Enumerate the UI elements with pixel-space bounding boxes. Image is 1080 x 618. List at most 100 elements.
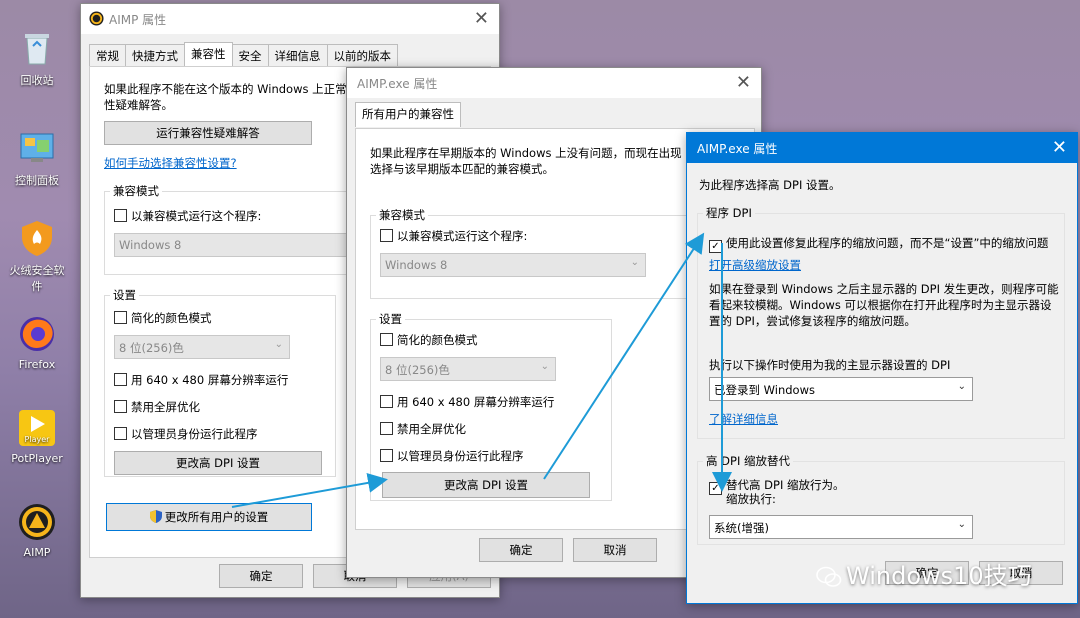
- compat-os-select[interactable]: Windows 8: [114, 233, 354, 257]
- run-as-admin-label: 以管理员身份运行此程序: [131, 427, 258, 441]
- firefox-icon: [20, 317, 54, 351]
- advanced-scaling-link[interactable]: 打开高级缩放设置: [709, 257, 801, 273]
- resolution-label: 用 640 x 480 屏幕分辨率运行: [397, 395, 555, 409]
- desktop-icon-label: 回收站: [20, 74, 54, 87]
- compat-mode-checkbox[interactable]: 以兼容模式运行这个程序:: [114, 209, 261, 223]
- dpi-desc-line-1: 如果在登录到 Windows 之后主显示器的 DPI 发生更改，则程序可能: [709, 282, 1059, 296]
- desktop-icon-control-panel[interactable]: 控制面板: [6, 128, 68, 188]
- change-dpi-button[interactable]: 更改高 DPI 设置: [382, 472, 590, 498]
- resolution-checkbox[interactable]: 用 640 x 480 屏幕分辨率运行: [114, 373, 288, 387]
- chevron-down-icon: ⌄: [540, 361, 549, 372]
- desktop-icon-label: Firefox: [18, 358, 56, 371]
- desktop-icon-firefox[interactable]: Firefox: [6, 314, 68, 371]
- close-icon[interactable]: ✕: [736, 72, 751, 93]
- ok-button[interactable]: 确定: [479, 538, 563, 562]
- close-icon[interactable]: ✕: [1052, 137, 1067, 158]
- desktop-icon-aimp[interactable]: AIMP: [6, 502, 68, 559]
- checkbox-box[interactable]: [380, 449, 393, 462]
- cancel-button[interactable]: 取消: [573, 538, 657, 562]
- uac-shield-icon: [149, 510, 162, 523]
- reduced-color-checkbox[interactable]: 简化的颜色模式: [114, 311, 212, 325]
- use-dpi-when-select[interactable]: 已登录到 Windows ⌄: [709, 377, 973, 401]
- compat-mode-checkbox-label: 以兼容模式运行这个程序:: [131, 209, 262, 223]
- tab-details[interactable]: 详细信息: [267, 44, 328, 67]
- compat-os-select[interactable]: Windows 8 ⌄: [380, 253, 646, 277]
- checkbox-box[interactable]: [114, 400, 127, 413]
- window-titlebar[interactable]: AIMP.exe 属性 ✕: [687, 133, 1077, 163]
- desktop-icon-label: 控制面板: [15, 174, 59, 187]
- checkbox-box[interactable]: [380, 422, 393, 435]
- chevron-down-icon: ⌄: [274, 339, 283, 350]
- change-all-users-button[interactable]: 更改所有用户的设置: [106, 503, 312, 531]
- checkbox-box[interactable]: [114, 373, 127, 386]
- dpi-desc-line-3: 置的 DPI，尝试修复该程序的缩放问题。: [709, 314, 916, 328]
- tab-previous-versions[interactable]: 以前的版本: [326, 44, 398, 67]
- resolution-checkbox[interactable]: 用 640 x 480 屏幕分辨率运行: [380, 395, 554, 409]
- tab-shortcut[interactable]: 快捷方式: [125, 44, 185, 67]
- wechat-icon: [816, 566, 842, 587]
- checkbox-box[interactable]: [380, 333, 393, 346]
- potplayer-badge-text: Player: [25, 435, 51, 444]
- color-depth-value: 8 位(256)色: [385, 363, 450, 377]
- run-as-admin-checkbox[interactable]: 以管理员身份运行此程序: [114, 427, 258, 441]
- color-depth-select[interactable]: 8 位(256)色 ⌄: [380, 357, 556, 381]
- window-title: AIMP.exe 属性: [357, 77, 438, 91]
- scaling-performed-select[interactable]: 系统(增强) ⌄: [709, 515, 973, 539]
- window-titlebar[interactable]: AIMP.exe 属性 ✕: [347, 68, 761, 98]
- checkbox-box[interactable]: [114, 209, 127, 222]
- desktop-icon-label: PotPlayer: [11, 452, 63, 465]
- aimp-icon: [19, 504, 55, 540]
- control-panel-icon: [20, 133, 54, 162]
- window-title: AIMP 属性: [109, 13, 167, 27]
- color-depth-select[interactable]: 8 位(256)色 ⌄: [114, 335, 290, 359]
- fix-scaling-label: 使用此设置修复此程序的缩放问题，而不是“设置”中的缩放问题: [726, 236, 1049, 250]
- dpi-heading: 为此程序选择高 DPI 设置。: [699, 178, 841, 192]
- tab-compatibility[interactable]: 兼容性: [184, 42, 233, 67]
- desktop-icon-label: AIMP: [23, 546, 51, 559]
- checkbox-box[interactable]: [114, 311, 127, 324]
- ok-button[interactable]: 确定: [219, 564, 303, 588]
- run-as-admin-label: 以管理员身份运行此程序: [397, 449, 524, 463]
- window-titlebar[interactable]: AIMP 属性 ✕: [81, 4, 499, 34]
- checkbox-box[interactable]: [114, 427, 127, 440]
- manual-compat-link[interactable]: 如何手动选择兼容性设置?: [104, 155, 237, 171]
- desktop-icon-label: 火绒安全软件: [9, 264, 65, 293]
- close-icon[interactable]: ✕: [474, 8, 489, 29]
- tab-bar: 常规 快捷方式 兼容性 安全 详细信息 以前的版本: [89, 42, 398, 67]
- checkbox-checked[interactable]: ✓: [709, 240, 722, 253]
- desktop-icon-recycle-bin[interactable]: 回收站: [6, 28, 68, 88]
- desktop-icon-huorong[interactable]: 火绒安全软件: [6, 218, 68, 294]
- tab-all-users-compat[interactable]: 所有用户的兼容性: [355, 102, 461, 127]
- watermark-text: Windows10技巧: [846, 562, 1032, 590]
- reduced-color-label: 简化的颜色模式: [131, 311, 212, 325]
- run-as-admin-checkbox[interactable]: 以管理员身份运行此程序: [380, 449, 524, 463]
- checkbox-box[interactable]: [380, 395, 393, 408]
- fullscreen-opt-checkbox[interactable]: 禁用全屏优化: [114, 400, 200, 414]
- checkbox-checked[interactable]: ✓: [709, 482, 722, 495]
- fix-scaling-checkbox[interactable]: ✓ 使用此设置修复此程序的缩放问题，而不是“设置”中的缩放问题: [709, 236, 1048, 253]
- change-dpi-button[interactable]: 更改高 DPI 设置: [114, 451, 322, 475]
- compat-mode-label: 兼容模式: [376, 207, 428, 223]
- desktop-icon-potplayer[interactable]: Player PotPlayer: [6, 408, 68, 465]
- compat-mode-checkbox[interactable]: 以兼容模式运行这个程序:: [380, 229, 527, 243]
- compat-mode-checkbox-label: 以兼容模式运行这个程序:: [397, 229, 528, 243]
- tab-security[interactable]: 安全: [231, 44, 269, 67]
- learn-more-link[interactable]: 了解详细信息: [709, 411, 778, 427]
- tab-bar: 所有用户的兼容性: [355, 102, 461, 127]
- recycle-bin-icon: [25, 34, 49, 65]
- reduced-color-checkbox[interactable]: 简化的颜色模式: [380, 333, 478, 347]
- use-dpi-when-value: 已登录到 Windows: [714, 383, 815, 397]
- fullscreen-opt-checkbox[interactable]: 禁用全屏优化: [380, 422, 466, 436]
- watermark: Windows10技巧: [816, 556, 1032, 591]
- aimp-small-icon: [89, 11, 104, 26]
- intro-text-2: 选择与该早期版本匹配的兼容模式。: [370, 162, 554, 176]
- chevron-down-icon: ⌄: [957, 519, 966, 530]
- chevron-down-icon: ⌄: [957, 381, 966, 392]
- run-troubleshooter-button[interactable]: 运行兼容性疑难解答: [104, 121, 312, 145]
- checkbox-box[interactable]: [380, 229, 393, 242]
- tab-general[interactable]: 常规: [89, 44, 126, 67]
- intro-text-2: 性疑难解答。: [104, 98, 173, 112]
- high-dpi-settings-window: AIMP.exe 属性 ✕ 为此程序选择高 DPI 设置。 程序 DPI ✓ 使用…: [686, 132, 1078, 604]
- resolution-label: 用 640 x 480 屏幕分辨率运行: [131, 373, 289, 387]
- override-scaling-label: 替代高 DPI 缩放行为。: [726, 478, 845, 492]
